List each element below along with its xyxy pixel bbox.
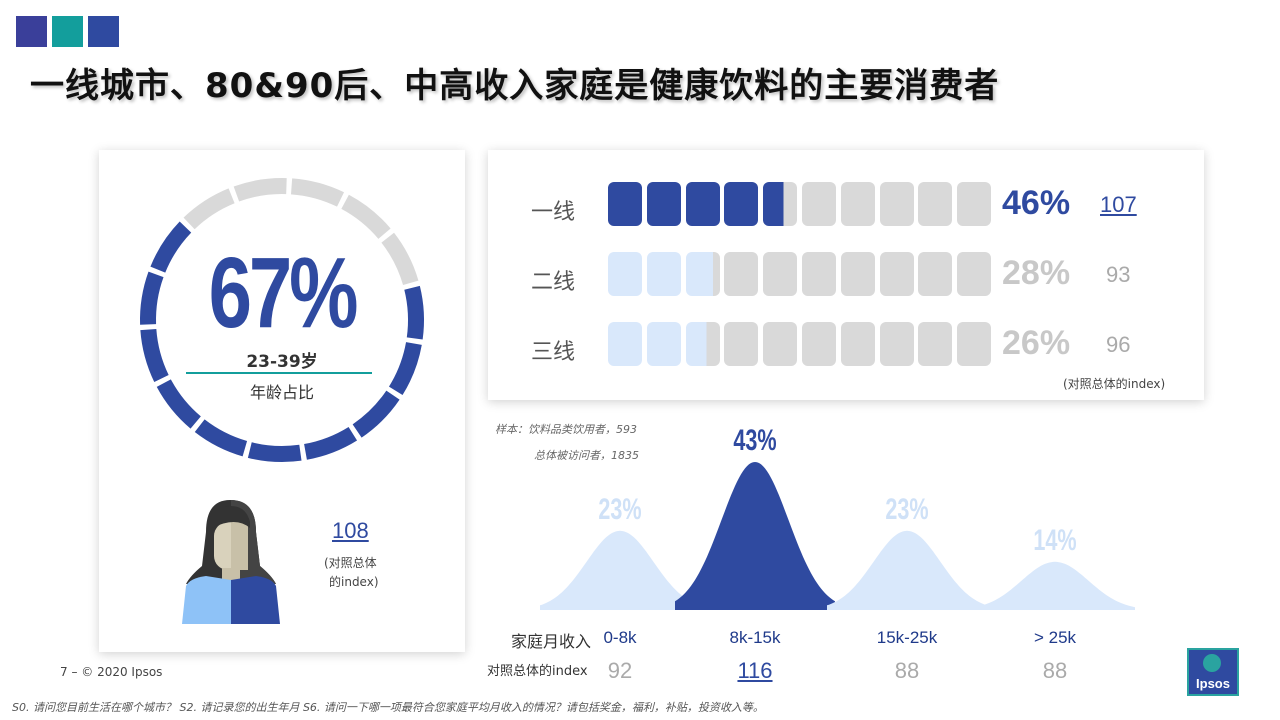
age-big-pct: 67% — [208, 237, 359, 349]
tier-block — [685, 322, 720, 366]
income-bell — [540, 530, 700, 610]
tier-index: 96 — [1106, 332, 1131, 357]
page-title: 一线城市、80&90后、中高收入家庭是健康饮料的主要消费者 — [30, 66, 1000, 106]
income-pct-label: 23% — [598, 491, 641, 525]
tier-block — [879, 252, 914, 296]
age-index-note-2: 的index) — [329, 575, 379, 589]
income-category: 0-8k — [603, 628, 637, 647]
tier-block — [685, 182, 720, 226]
income-index: 88 — [894, 658, 920, 683]
age-index-note-1: (对照总体 — [324, 556, 377, 570]
header-square-2 — [52, 16, 83, 47]
age-caption: 年龄占比 — [249, 383, 314, 402]
tier-block — [608, 182, 642, 226]
income-category: > 25k — [1033, 628, 1077, 647]
tier-block — [918, 322, 953, 366]
tier-block — [802, 182, 836, 226]
tier-pct: 26% — [1002, 324, 1071, 362]
tier-block — [918, 182, 953, 226]
income-category: 8k-15k — [729, 628, 781, 647]
income-bell — [975, 561, 1135, 610]
tier-block — [840, 182, 875, 226]
donut-segment — [233, 178, 287, 202]
tier-block — [646, 322, 681, 366]
income-category: 15k-25k — [876, 628, 938, 647]
tier-block — [840, 322, 875, 366]
tier-block — [879, 182, 914, 226]
tier-block — [685, 252, 720, 296]
donut-segment — [247, 442, 302, 463]
tier-block — [802, 252, 836, 296]
tier-block — [646, 252, 681, 296]
header-square-1 — [16, 16, 47, 47]
tiers-index-note: (对照总体的index) — [1063, 377, 1166, 391]
tier-block — [763, 182, 798, 226]
tier-block — [957, 252, 992, 296]
tier-block — [957, 322, 992, 366]
donut-segment — [341, 194, 391, 239]
donut-segment — [304, 426, 358, 460]
tier-index: 93 — [1106, 262, 1131, 287]
income-index: 92 — [607, 658, 633, 683]
income-index: 88 — [1042, 658, 1068, 683]
page-number: 7 – © 2020 Ipsos — [60, 665, 163, 679]
donut-segment — [183, 188, 235, 230]
tier-block — [724, 322, 759, 366]
income-bell — [675, 462, 835, 610]
tier-block — [763, 252, 798, 296]
tier-pct: 46% — [1002, 184, 1071, 222]
tiers-card: 一线 46% 107 二线 28% 93 三线 26% 96 (对照总体的index) — [488, 150, 1204, 400]
tier-block — [646, 182, 681, 226]
tier-block — [957, 182, 992, 226]
age-range-label: 23-39岁 — [246, 352, 318, 372]
ipsos-logo: Ipsos — [1187, 648, 1239, 696]
tier-index: 107 — [1100, 192, 1137, 217]
ipsos-logo-text: Ipsos — [1196, 676, 1230, 691]
tier-label: 三线 — [531, 340, 576, 365]
tier-pct: 28% — [1002, 254, 1071, 292]
tier-label: 一线 — [531, 200, 576, 225]
tier-block — [840, 252, 875, 296]
woman-avatar-icon — [182, 500, 280, 624]
source-note: S0. 请问您目前生活在哪个城市？ S2. 请记录您的出生年月 S6. 请问一下… — [12, 701, 764, 714]
donut-segment — [291, 178, 345, 207]
income-bell-chart: 23% 43% 23% 14% — [540, 422, 1135, 610]
donut-segment — [194, 419, 248, 457]
income-bell — [827, 530, 987, 610]
tier-block — [608, 322, 642, 366]
age-index-value: 108 — [332, 518, 369, 543]
tier-block — [763, 322, 798, 366]
tier-block — [724, 182, 759, 226]
income-index: 116 — [737, 658, 773, 683]
age-divider — [186, 372, 372, 374]
header-square-3 — [88, 16, 119, 47]
tier-block — [608, 252, 642, 296]
income-pct-label: 14% — [1033, 522, 1076, 556]
ipsos-logo-mark — [1203, 654, 1221, 672]
tier-block — [879, 322, 914, 366]
tier-label: 二线 — [531, 270, 576, 295]
tier-block — [802, 322, 836, 366]
age-card: 67% 23-39岁 年龄占比 108 (对照总体 的index) — [99, 150, 465, 652]
income-pct-label: 23% — [885, 491, 928, 525]
tier-block — [918, 252, 953, 296]
tier-block — [724, 252, 759, 296]
income-pct-label: 43% — [733, 422, 776, 456]
